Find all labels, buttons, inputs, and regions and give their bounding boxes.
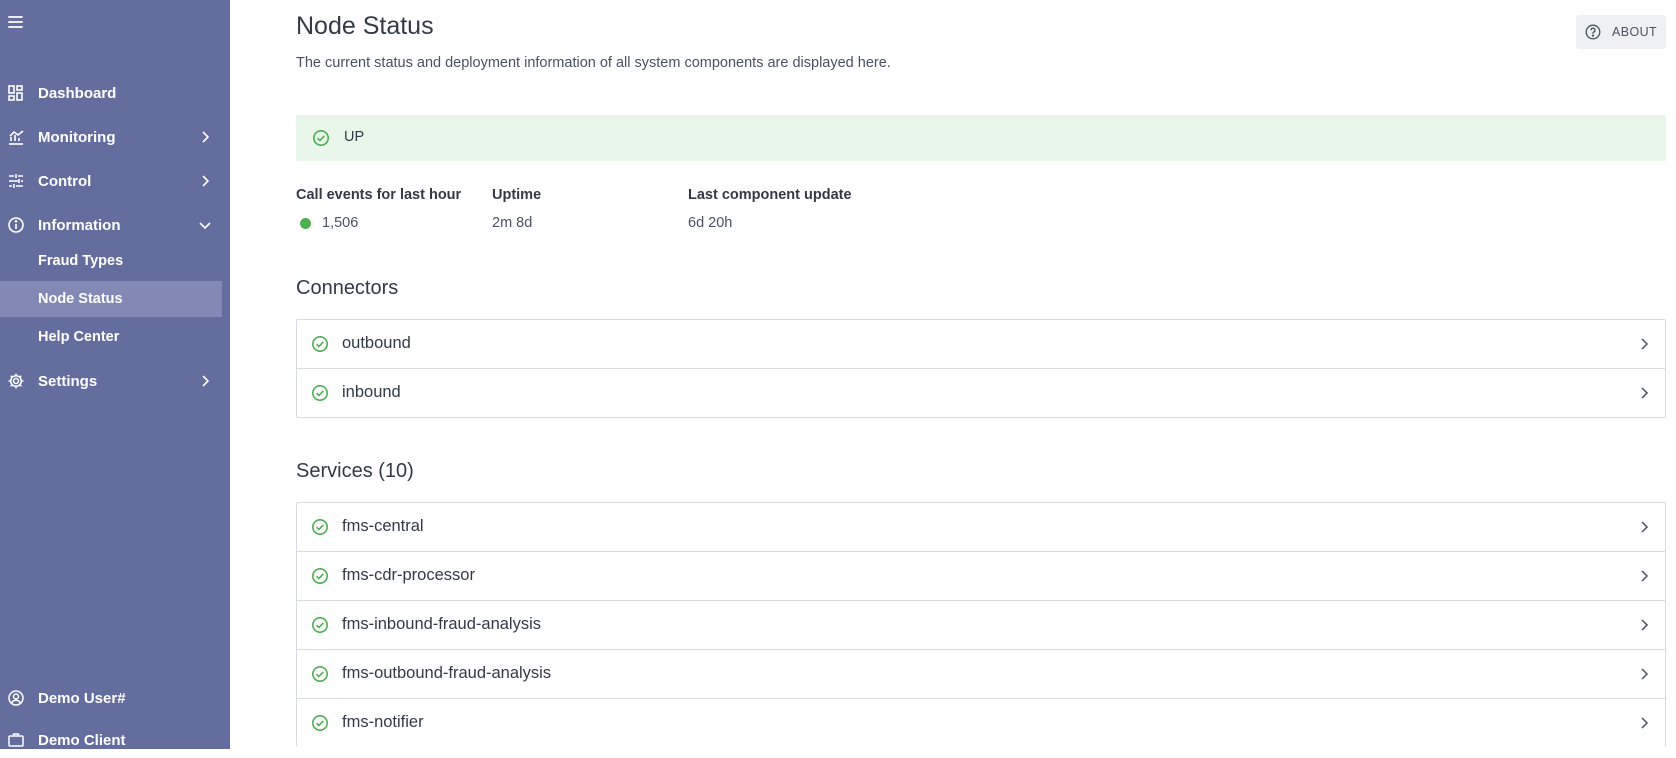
sidebar-item-label: Dashboard bbox=[38, 84, 117, 102]
stat-label: Uptime bbox=[492, 187, 542, 203]
help-circle-icon bbox=[1585, 24, 1601, 40]
connector-name: inbound bbox=[342, 383, 401, 401]
service-name: fms-outbound-fraud-analysis bbox=[342, 664, 552, 682]
chevron-right-icon bbox=[1637, 337, 1651, 351]
service-name: fms-central bbox=[342, 517, 424, 535]
main-content: Node Status The current status and deplo… bbox=[230, 0, 1676, 749]
sidebar-item-monitoring[interactable]: Monitoring bbox=[0, 119, 230, 155]
sidebar-subitem-fraud-types[interactable]: Fraud Types bbox=[0, 243, 222, 279]
sidebar-subitem-help-center[interactable]: Help Center bbox=[0, 319, 222, 355]
page-title: Node Status bbox=[296, 12, 434, 40]
sidebar-subitem-label: Fraud Types bbox=[38, 253, 124, 269]
chevron-right-icon bbox=[1637, 667, 1651, 681]
stat-value: 1,506 bbox=[322, 215, 359, 231]
status-label: UP bbox=[344, 129, 365, 145]
briefcase-icon bbox=[7, 731, 25, 749]
stat-last-component-update: Last component update 6d 20h bbox=[688, 187, 852, 231]
sidebar-user[interactable]: Demo User# bbox=[0, 680, 230, 716]
check-circle-icon bbox=[311, 335, 329, 353]
stat-call-events: Call events for last hour 1,506 bbox=[296, 187, 461, 231]
sidebar-item-information[interactable]: Information bbox=[0, 207, 230, 243]
stat-label: Call events for last hour bbox=[296, 187, 462, 203]
chevron-right-icon bbox=[1637, 618, 1651, 632]
service-row-fms-cdr-processor[interactable]: fms-cdr-processor bbox=[297, 551, 1665, 600]
sidebar-subitem-label: Help Center bbox=[38, 329, 120, 345]
sidebar-client-label: Demo Client bbox=[38, 731, 126, 749]
service-name: fms-notifier bbox=[342, 713, 424, 731]
service-name: fms-inbound-fraud-analysis bbox=[342, 615, 542, 633]
chevron-right-icon bbox=[1637, 386, 1651, 400]
sliders-icon bbox=[7, 172, 25, 190]
status-banner: UP bbox=[296, 115, 1666, 161]
connectors-list: outbound inbound bbox=[296, 319, 1666, 418]
menu-toggle-icon[interactable] bbox=[6, 12, 26, 32]
sidebar-user-label: Demo User# bbox=[38, 689, 126, 707]
sidebar-item-label: Settings bbox=[38, 372, 98, 390]
services-title: Services (10) bbox=[296, 460, 414, 482]
page-description: The current status and deployment inform… bbox=[296, 55, 891, 71]
services-list: fms-central fms-cdr-processor fms-inboun… bbox=[296, 502, 1666, 747]
sidebar: Dashboard Monitoring Control Information… bbox=[0, 0, 230, 749]
check-circle-icon bbox=[311, 384, 329, 402]
service-row-fms-outbound-fraud-analysis[interactable]: fms-outbound-fraud-analysis bbox=[297, 649, 1665, 698]
sidebar-item-label: Information bbox=[38, 216, 121, 234]
service-row-fms-central[interactable]: fms-central bbox=[297, 503, 1665, 551]
connectors-title: Connectors bbox=[296, 277, 399, 299]
connector-name: outbound bbox=[342, 334, 411, 352]
dashboard-icon bbox=[7, 84, 25, 102]
chevron-down-icon bbox=[198, 218, 212, 232]
stat-label: Last component update bbox=[688, 187, 852, 203]
service-name: fms-cdr-processor bbox=[342, 566, 475, 584]
stat-value: 2m 8d bbox=[492, 215, 533, 231]
sidebar-subitem-label: Node Status bbox=[38, 291, 123, 307]
chevron-right-icon bbox=[1637, 569, 1651, 583]
about-button-label: ABOUT bbox=[1612, 25, 1658, 39]
user-circle-icon bbox=[7, 689, 25, 707]
chevron-right-icon bbox=[198, 130, 212, 144]
connector-row-outbound[interactable]: outbound bbox=[297, 320, 1665, 368]
sidebar-item-control[interactable]: Control bbox=[0, 163, 230, 199]
monitoring-icon bbox=[7, 128, 25, 146]
chevron-right-icon bbox=[1637, 520, 1651, 534]
service-row-fms-notifier[interactable]: fms-notifier bbox=[297, 698, 1665, 747]
stat-value: 6d 20h bbox=[688, 215, 733, 231]
chevron-right-icon bbox=[198, 374, 212, 388]
info-icon bbox=[7, 216, 25, 234]
gear-icon bbox=[7, 372, 25, 390]
stat-uptime: Uptime 2m 8d bbox=[492, 187, 541, 231]
sidebar-item-dashboard[interactable]: Dashboard bbox=[0, 75, 230, 111]
sidebar-item-settings[interactable]: Settings bbox=[0, 363, 230, 399]
chevron-right-icon bbox=[198, 174, 212, 188]
check-circle-icon bbox=[312, 129, 330, 147]
check-circle-icon bbox=[311, 616, 329, 634]
check-circle-icon bbox=[311, 567, 329, 585]
check-circle-icon bbox=[311, 665, 329, 683]
sidebar-subitem-node-status[interactable]: Node Status bbox=[0, 281, 222, 317]
service-row-fms-inbound-fraud-analysis[interactable]: fms-inbound-fraud-analysis bbox=[297, 600, 1665, 649]
about-button[interactable]: ABOUT bbox=[1576, 15, 1666, 49]
check-circle-icon bbox=[311, 518, 329, 536]
check-circle-icon bbox=[311, 714, 329, 732]
sidebar-item-label: Monitoring bbox=[38, 128, 116, 146]
status-dot-icon bbox=[300, 217, 311, 229]
chevron-right-icon bbox=[1637, 716, 1651, 730]
sidebar-item-label: Control bbox=[38, 172, 92, 190]
connector-row-inbound[interactable]: inbound bbox=[297, 368, 1665, 417]
sidebar-client[interactable]: Demo Client bbox=[0, 722, 230, 758]
